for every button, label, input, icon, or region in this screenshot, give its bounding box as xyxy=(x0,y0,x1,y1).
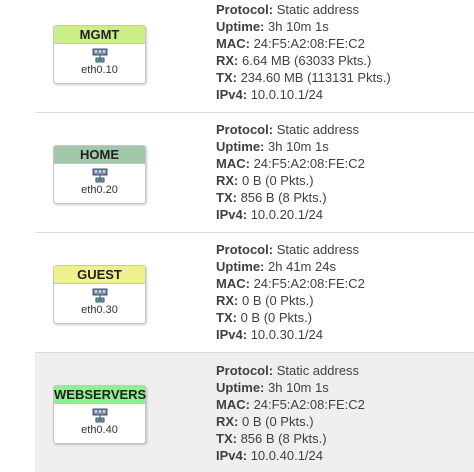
ipv4-label: IPv4: xyxy=(216,327,248,342)
uptime-label: Uptime: xyxy=(216,19,265,34)
tx-value: 234.60 MB (113131 Pkts.) xyxy=(240,70,391,85)
ipv4-label: IPv4: xyxy=(216,87,248,102)
rx-label: RX: xyxy=(216,173,239,188)
rx-value: 0 B (0 Pkts.) xyxy=(242,173,314,188)
uptime-label: Uptime: xyxy=(216,380,265,395)
interface-row-mgmt: MGMT eth0.10 Protocol: Static address Up… xyxy=(35,0,474,112)
interface-badge-guest[interactable]: GUEST eth0.30 xyxy=(53,265,146,324)
interface-device: eth0.20 xyxy=(81,184,118,196)
interface-device: eth0.10 xyxy=(81,64,118,76)
interface-name: MGMT xyxy=(54,26,145,44)
protocol-value: Static address xyxy=(276,122,360,137)
ipv4-value: 10.0.10.1/24 xyxy=(250,87,323,102)
protocol-value: Static address xyxy=(276,363,360,378)
protocol-label: Protocol: xyxy=(216,242,274,257)
uptime-label: Uptime: xyxy=(216,139,265,154)
interface-row-webservers: WEBSERVERS eth0.40 Protocol: Static addr… xyxy=(35,352,474,472)
mac-label: MAC: xyxy=(216,276,250,291)
network-port-icon xyxy=(92,288,107,303)
interface-device: eth0.40 xyxy=(81,424,118,436)
interface-badge-home[interactable]: HOME eth0.20 xyxy=(53,145,146,204)
protocol-label: Protocol: xyxy=(216,363,274,378)
network-port-icon xyxy=(92,168,107,183)
uptime-value: 3h 10m 1s xyxy=(268,380,329,395)
protocol-value: Static address xyxy=(276,2,360,17)
ipv4-value: 10.0.20.1/24 xyxy=(250,207,323,222)
network-port-icon xyxy=(92,48,107,63)
mac-label: MAC: xyxy=(216,156,250,171)
uptime-value: 2h 41m 24s xyxy=(268,259,336,274)
uptime-value: 3h 10m 1s xyxy=(268,19,329,34)
ipv4-label: IPv4: xyxy=(216,448,248,463)
tx-value: 856 B (8 Pkts.) xyxy=(240,190,327,205)
interface-info: Protocol: Static address Uptime: 2h 41m … xyxy=(216,241,365,343)
ipv4-label: IPv4: xyxy=(216,207,248,222)
interface-device: eth0.30 xyxy=(81,304,118,316)
interface-badge-mgmt[interactable]: MGMT eth0.10 xyxy=(53,25,146,84)
rx-label: RX: xyxy=(216,293,239,308)
interface-list: MGMT eth0.10 Protocol: Static address Up… xyxy=(0,0,474,472)
mac-label: MAC: xyxy=(216,36,250,51)
interface-row-home: HOME eth0.20 Protocol: Static address Up… xyxy=(35,112,474,232)
uptime-value: 3h 10m 1s xyxy=(268,139,329,154)
rx-value: 0 B (0 Pkts.) xyxy=(242,293,314,308)
tx-label: TX: xyxy=(216,70,237,85)
rx-label: RX: xyxy=(216,414,239,429)
rx-value: 0 B (0 Pkts.) xyxy=(242,414,314,429)
tx-label: TX: xyxy=(216,431,237,446)
rx-value: 6.64 MB (63033 Pkts.) xyxy=(242,53,372,68)
protocol-label: Protocol: xyxy=(216,2,274,17)
ipv4-value: 10.0.40.1/24 xyxy=(250,448,323,463)
interface-name: WEBSERVERS xyxy=(54,386,147,404)
tx-label: TX: xyxy=(216,190,237,205)
interface-info: Protocol: Static address Uptime: 3h 10m … xyxy=(216,1,391,103)
tx-value: 0 B (0 Pkts.) xyxy=(240,310,313,325)
interface-name: GUEST xyxy=(54,266,145,284)
rx-label: RX: xyxy=(216,53,239,68)
protocol-value: Static address xyxy=(276,242,360,257)
interface-name: HOME xyxy=(54,146,145,164)
mac-value: 24:F5:A2:08:FE:C2 xyxy=(253,276,365,291)
tx-label: TX: xyxy=(216,310,237,325)
interface-info: Protocol: Static address Uptime: 3h 10m … xyxy=(216,121,365,223)
mac-value: 24:F5:A2:08:FE:C2 xyxy=(253,156,365,171)
network-port-icon xyxy=(92,408,107,423)
mac-value: 24:F5:A2:08:FE:C2 xyxy=(253,397,365,412)
interface-row-guest: GUEST eth0.30 Protocol: Static address U… xyxy=(35,232,474,352)
mac-value: 24:F5:A2:08:FE:C2 xyxy=(253,36,365,51)
protocol-label: Protocol: xyxy=(216,122,274,137)
interface-info: Protocol: Static address Uptime: 3h 10m … xyxy=(216,362,365,464)
uptime-label: Uptime: xyxy=(216,259,265,274)
ipv4-value: 10.0.30.1/24 xyxy=(250,327,323,342)
mac-label: MAC: xyxy=(216,397,250,412)
interface-badge-webservers[interactable]: WEBSERVERS eth0.40 xyxy=(53,385,146,444)
tx-value: 856 B (8 Pkts.) xyxy=(240,431,327,446)
